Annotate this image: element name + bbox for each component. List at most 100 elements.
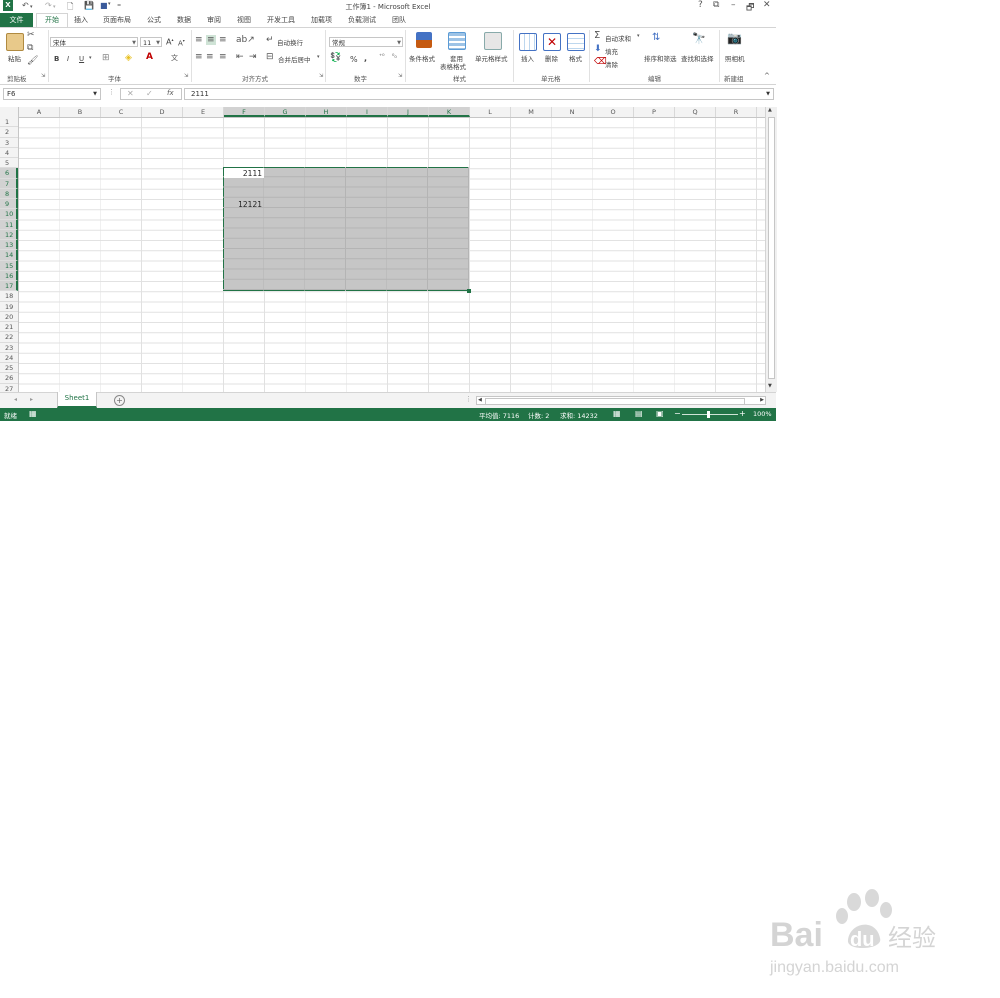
prev-sheet-icon[interactable]: ◂ [14, 396, 17, 403]
column-header-f[interactable]: F [224, 107, 265, 117]
align-middle-icon[interactable]: ≡ [206, 35, 216, 45]
font-size-select[interactable]: 11 ▼ [140, 37, 162, 47]
collapse-ribbon-icon[interactable]: ^ [764, 72, 770, 80]
increase-decimal-icon[interactable]: ⁺⁰ [379, 53, 385, 60]
format-table-icon[interactable] [448, 32, 466, 50]
column-header-j[interactable]: J [388, 107, 429, 117]
delete-cells-icon[interactable]: ✕ [543, 33, 561, 51]
column-header-a[interactable]: A [19, 107, 60, 117]
row-header-26[interactable]: 26 [0, 373, 18, 384]
sort-filter-icon[interactable]: ⇅ [652, 32, 660, 43]
format-cells-button[interactable]: 格式 [569, 53, 582, 63]
find-select-button[interactable]: 查找和选择 [681, 53, 714, 63]
tab-page-layout[interactable]: 页面布局 [103, 15, 131, 25]
column-header-k[interactable]: K [429, 107, 470, 117]
column-header-m[interactable]: M [511, 107, 552, 117]
align-center-icon[interactable]: ≡ [206, 52, 214, 62]
fill-icon[interactable]: ⬇ [594, 44, 602, 54]
column-header-l[interactable]: L [470, 107, 511, 117]
increase-indent-icon[interactable]: ⇥ [249, 52, 257, 62]
sheet-tab-sheet1[interactable]: Sheet1 [57, 392, 97, 408]
row-header-6[interactable]: 6 [0, 168, 18, 179]
cell-F9[interactable]: 12121 [224, 200, 262, 209]
row-header-27[interactable]: 27 [0, 384, 18, 393]
horizontal-scrollbar[interactable]: ◀ ▶ [476, 396, 766, 405]
row-header-12[interactable]: 12 [0, 229, 18, 240]
insert-cells-icon[interactable] [519, 33, 537, 51]
format-cells-icon[interactable] [567, 33, 585, 51]
row-header-17[interactable]: 17 [0, 281, 18, 292]
zoom-level[interactable]: 100% [753, 410, 772, 418]
percent-button[interactable]: % [350, 55, 358, 64]
cell-styles-button[interactable]: 单元格样式 [475, 53, 508, 63]
zoom-out-icon[interactable]: − [674, 409, 681, 418]
row-header-13[interactable]: 13 [0, 240, 18, 251]
dialog-launcher-icon[interactable]: ⇲ [319, 73, 323, 79]
column-header-e[interactable]: E [183, 107, 224, 117]
format-painter-icon[interactable]: 🖌 [27, 56, 38, 66]
underline-dropdown-icon[interactable]: ▾ [89, 55, 92, 61]
column-header-b[interactable]: B [60, 107, 101, 117]
zoom-in-icon[interactable]: + [739, 409, 746, 418]
paste-icon[interactable] [6, 33, 24, 51]
page-layout-view-icon[interactable]: ▤ [635, 409, 643, 418]
orientation-icon[interactable]: ab↗ [236, 35, 255, 45]
merge-dropdown-icon[interactable]: ▾ [317, 54, 320, 60]
zoom-slider-track[interactable] [682, 414, 738, 415]
chevron-down-icon[interactable]: ▼ [93, 89, 97, 100]
conditional-format-button[interactable]: 条件格式 [409, 53, 435, 63]
tab-file[interactable]: 文件 [0, 13, 33, 27]
tab-addins[interactable]: 加载项 [311, 15, 332, 25]
column-header-r[interactable]: R [716, 107, 757, 117]
format-table-button-line2[interactable]: 表格格式 [440, 61, 466, 71]
column-header-n[interactable]: N [552, 107, 593, 117]
decrease-indent-icon[interactable]: ⇤ [236, 52, 244, 62]
font-name-select[interactable]: 宋体 ▼ [50, 37, 138, 47]
tab-load-test[interactable]: 负载测试 [348, 15, 376, 25]
autosum-icon[interactable]: Σ [594, 30, 600, 41]
row-header-3[interactable]: 3 [0, 138, 18, 148]
delete-cells-button[interactable]: 删除 [545, 53, 558, 63]
camera-button[interactable]: 照相机 [725, 53, 745, 63]
underline-button[interactable]: U [79, 55, 84, 63]
phonetic-icon[interactable]: 文 [171, 53, 178, 63]
cancel-icon[interactable]: ✕ [127, 89, 134, 98]
cell-F6[interactable]: 2111 [224, 169, 262, 178]
dialog-launcher-icon[interactable]: ⇲ [41, 73, 45, 79]
row-header-10[interactable]: 10 [0, 209, 18, 220]
fill-button[interactable]: 填充 [605, 46, 618, 56]
expand-formula-icon[interactable]: ▼ [766, 89, 770, 100]
column-header-p[interactable]: P [634, 107, 675, 117]
column-header-c[interactable]: C [101, 107, 142, 117]
row-header-16[interactable]: 16 [0, 270, 18, 281]
scroll-right-icon[interactable]: ▶ [760, 397, 764, 403]
close-icon[interactable]: ✕ [763, 0, 771, 10]
dialog-launcher-icon[interactable]: ⇲ [184, 73, 188, 79]
normal-view-icon[interactable]: ▦ [613, 409, 621, 418]
tab-home[interactable]: 开始 [36, 13, 68, 28]
align-top-icon[interactable]: ≡ [195, 35, 203, 45]
next-sheet-icon[interactable]: ▸ [30, 396, 33, 403]
add-sheet-icon[interactable]: + [114, 395, 125, 406]
fill-color-icon[interactable]: ◈ [125, 53, 132, 63]
italic-button[interactable]: I [67, 55, 69, 63]
scroll-up-icon[interactable]: ▲ [768, 107, 772, 113]
number-format-select[interactable]: 常规 ▼ [329, 37, 403, 47]
column-header-g[interactable]: G [265, 107, 306, 117]
cut-icon[interactable]: ✂ [27, 30, 35, 40]
borders-icon[interactable]: ⊞ [102, 53, 110, 63]
sort-filter-button[interactable]: 排序和筛选 [644, 53, 677, 63]
tab-view[interactable]: 视图 [237, 15, 251, 25]
help-icon[interactable]: ? [698, 0, 703, 10]
accounting-format-icon[interactable]: 💱 [330, 53, 341, 63]
autosum-dropdown-icon[interactable]: ▾ [637, 33, 640, 39]
wrap-text-icon[interactable]: ↵ [266, 35, 274, 45]
merge-center-icon[interactable]: ⊟ [266, 52, 274, 62]
shrink-font-icon[interactable]: A▾ [178, 38, 185, 47]
enter-icon[interactable]: ✓ [146, 89, 153, 98]
tab-developer[interactable]: 开发工具 [267, 15, 295, 25]
row-header-20[interactable]: 20 [0, 312, 18, 322]
clear-button[interactable]: 清除 [605, 59, 618, 69]
row-header-25[interactable]: 25 [0, 363, 18, 374]
row-header-11[interactable]: 11 [0, 219, 18, 230]
